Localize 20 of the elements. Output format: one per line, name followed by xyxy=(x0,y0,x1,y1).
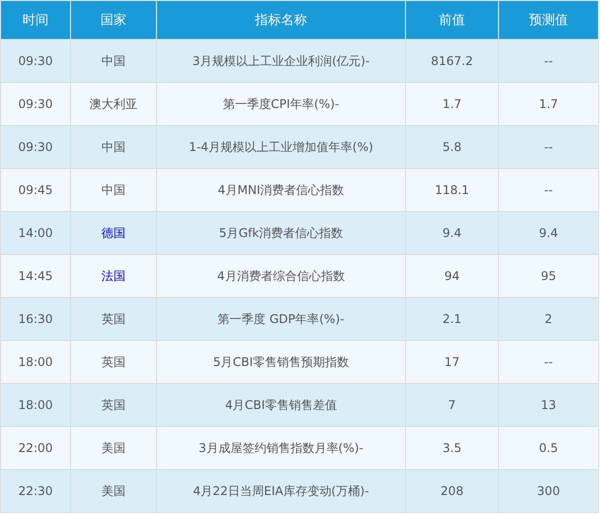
column-header: 前值 xyxy=(406,0,498,40)
country-link[interactable]: 德国 xyxy=(102,226,126,240)
country-link[interactable]: 法国 xyxy=(102,268,126,282)
country-text: 中国 xyxy=(102,140,126,154)
country-text: 中国 xyxy=(102,54,126,68)
column-header: 指标名称 xyxy=(156,0,406,40)
time-cell: 22:30 xyxy=(0,470,70,512)
previous-value-cell: 208 xyxy=(406,470,498,512)
country-text: 中国 xyxy=(102,182,126,196)
country-text: 英国 xyxy=(102,354,126,368)
country-text: 澳大利亚 xyxy=(90,96,138,110)
forecast-value-cell: 300 xyxy=(498,470,598,512)
column-header: 国家 xyxy=(70,0,156,40)
column-header: 时间 xyxy=(0,0,70,40)
country-text: 英国 xyxy=(102,312,126,326)
country-text: 美国 xyxy=(102,484,126,498)
indicator-cell: 4月22日当周EIA库存变动(万桶)- xyxy=(156,470,406,512)
country-text: 美国 xyxy=(102,440,126,454)
column-header: 预测值 xyxy=(498,0,598,40)
country-text: 英国 xyxy=(102,398,126,412)
